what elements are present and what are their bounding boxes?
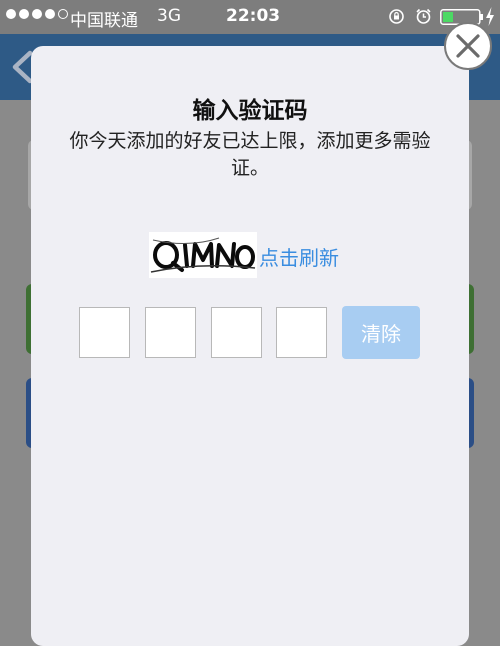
code-input-1[interactable] [79, 307, 130, 358]
verification-dialog: 输入验证码 你今天添加的好友已达上限，添加更多需验证。 点击刷新 清除 [31, 46, 469, 646]
close-icon [456, 34, 480, 58]
alarm-icon [416, 8, 431, 24]
signal-dot [58, 9, 68, 19]
code-input-3[interactable] [211, 307, 262, 358]
dialog-message: 你今天添加的好友已达上限，添加更多需验证。 [69, 130, 431, 179]
signal-dot [45, 9, 55, 19]
code-input-2[interactable] [145, 307, 196, 358]
rotation-lock-icon [389, 9, 404, 24]
close-button[interactable] [444, 22, 492, 70]
clear-button[interactable]: 清除 [342, 306, 420, 359]
carrier-name: 中国联通 [70, 11, 138, 31]
captcha-image[interactable] [149, 232, 257, 278]
signal-dot [32, 9, 42, 19]
refresh-captcha-link[interactable]: 点击刷新 [259, 242, 339, 271]
network-type: 3G [157, 6, 181, 26]
signal-dot [19, 9, 29, 19]
code-input-4[interactable] [276, 307, 327, 358]
status-bar: 中国联通 3G 22:03 [0, 0, 500, 34]
status-time: 22:03 [226, 6, 281, 26]
signal-strength-icon [6, 9, 68, 19]
dialog-title: 输入验证码 [192, 98, 308, 124]
signal-dot [6, 9, 16, 19]
